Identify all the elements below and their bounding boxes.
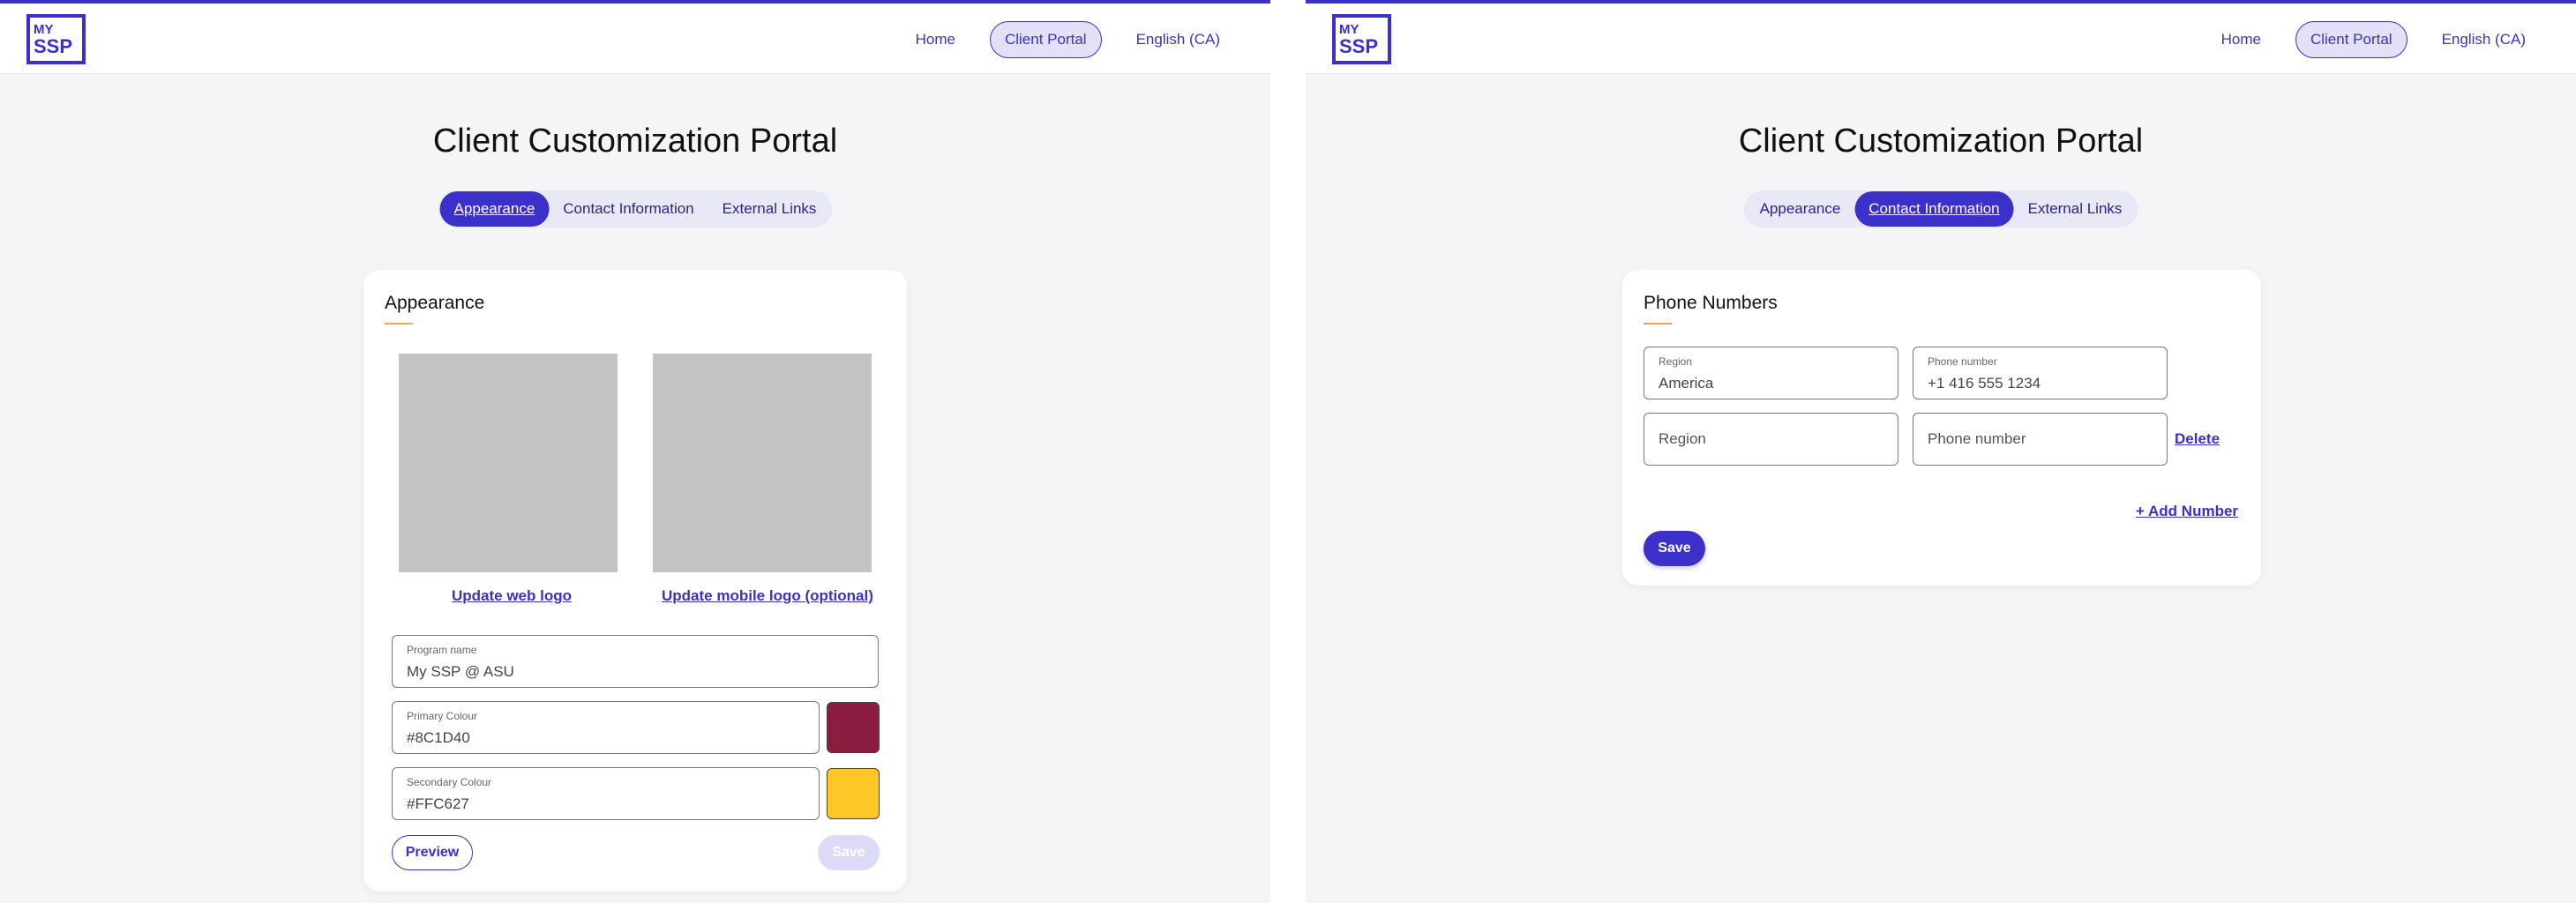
nav-home-link[interactable]: Home — [901, 21, 970, 58]
tab-contact-information[interactable]: Contact Information — [549, 191, 708, 227]
primary-colour-swatch[interactable] — [827, 702, 880, 753]
preview-button[interactable]: Preview — [392, 835, 473, 870]
field-placeholder: Phone number — [1928, 430, 2026, 447]
tab-bar: Appearance Contact Information External … — [1743, 190, 2138, 228]
tab-external-links[interactable]: External Links — [708, 191, 831, 227]
tab-bar: Appearance Contact Information External … — [438, 190, 833, 228]
nav-links: Home Client Portal English (CA) — [901, 21, 1235, 58]
field-value: #8C1D40 — [407, 729, 470, 746]
field-label: Program name — [407, 644, 477, 656]
title-underline — [385, 323, 413, 325]
field-label: Phone number — [1928, 355, 1997, 368]
field-label: Secondary Colour — [407, 776, 492, 788]
appearance-card: Appearance Update web logo Update mobile… — [363, 270, 907, 892]
nav-home-link[interactable]: Home — [2206, 21, 2276, 58]
myssp-logo[interactable]: MY SSP — [26, 14, 86, 64]
card-title: Appearance — [385, 293, 485, 313]
update-web-logo-link[interactable]: Update web logo — [452, 587, 572, 605]
nav-language-link[interactable]: English (CA) — [1121, 21, 1235, 58]
mobile-logo-placeholder — [653, 354, 872, 572]
program-name-field[interactable]: Program name My SSP @ ASU — [392, 635, 879, 688]
phone-number-field-empty[interactable]: Phone number — [1913, 413, 2168, 466]
appearance-screen: MY SSP Home Client Portal English (CA) C… — [0, 0, 1270, 903]
tab-contact-information[interactable]: Contact Information — [1854, 191, 2014, 227]
contact-information-screen: MY SSP Home Client Portal English (CA) C… — [1306, 0, 2576, 903]
delete-link[interactable]: Delete — [2175, 430, 2220, 448]
nav-client-portal-link[interactable]: Client Portal — [989, 21, 1102, 58]
tab-appearance[interactable]: Appearance — [1746, 191, 1855, 227]
tab-external-links[interactable]: External Links — [2014, 191, 2137, 227]
save-button-disabled[interactable]: Save — [818, 835, 880, 870]
nav-links: Home Client Portal English (CA) — [2206, 21, 2541, 58]
field-value: #FFC627 — [407, 795, 469, 812]
myssp-logo[interactable]: MY SSP — [1332, 14, 1391, 64]
top-nav: MY SSP Home Client Portal English (CA) — [1306, 4, 2576, 74]
title-underline — [1644, 323, 1672, 325]
field-label: Region — [1659, 355, 1693, 368]
secondary-colour-swatch[interactable] — [827, 768, 880, 819]
phone-number-field[interactable]: Phone number +1 416 555 1234 — [1913, 347, 2168, 399]
card-title: Phone Numbers — [1644, 293, 1778, 313]
field-value: My SSP @ ASU — [407, 663, 514, 680]
primary-colour-field[interactable]: Primary Colour #8C1D40 — [392, 701, 820, 754]
tab-appearance[interactable]: Appearance — [439, 191, 550, 227]
region-field[interactable]: Region America — [1644, 347, 1898, 399]
update-mobile-logo-link[interactable]: Update mobile logo (optional) — [662, 587, 873, 605]
add-number-link[interactable]: + Add Number — [2136, 503, 2238, 520]
top-nav: MY SSP Home Client Portal English (CA) — [0, 4, 1270, 74]
nav-language-link[interactable]: English (CA) — [2427, 21, 2541, 58]
page-title: Client Customization Portal — [1738, 123, 2144, 160]
region-field-empty[interactable]: Region — [1644, 413, 1898, 466]
field-value: America — [1659, 375, 1714, 392]
secondary-colour-field[interactable]: Secondary Colour #FFC627 — [392, 767, 820, 820]
phone-numbers-card: Phone Numbers Region America Phone numbe… — [1622, 270, 2261, 586]
web-logo-placeholder — [399, 354, 618, 572]
save-button[interactable]: Save — [1644, 531, 1705, 566]
field-label: Primary Colour — [407, 710, 478, 722]
nav-client-portal-link[interactable]: Client Portal — [2295, 21, 2408, 58]
field-value: +1 416 555 1234 — [1928, 375, 2041, 392]
field-placeholder: Region — [1659, 430, 1706, 447]
stage: MY SSP Home Client Portal English (CA) C… — [0, 0, 2576, 903]
page-title: Client Customization Portal — [432, 123, 838, 160]
